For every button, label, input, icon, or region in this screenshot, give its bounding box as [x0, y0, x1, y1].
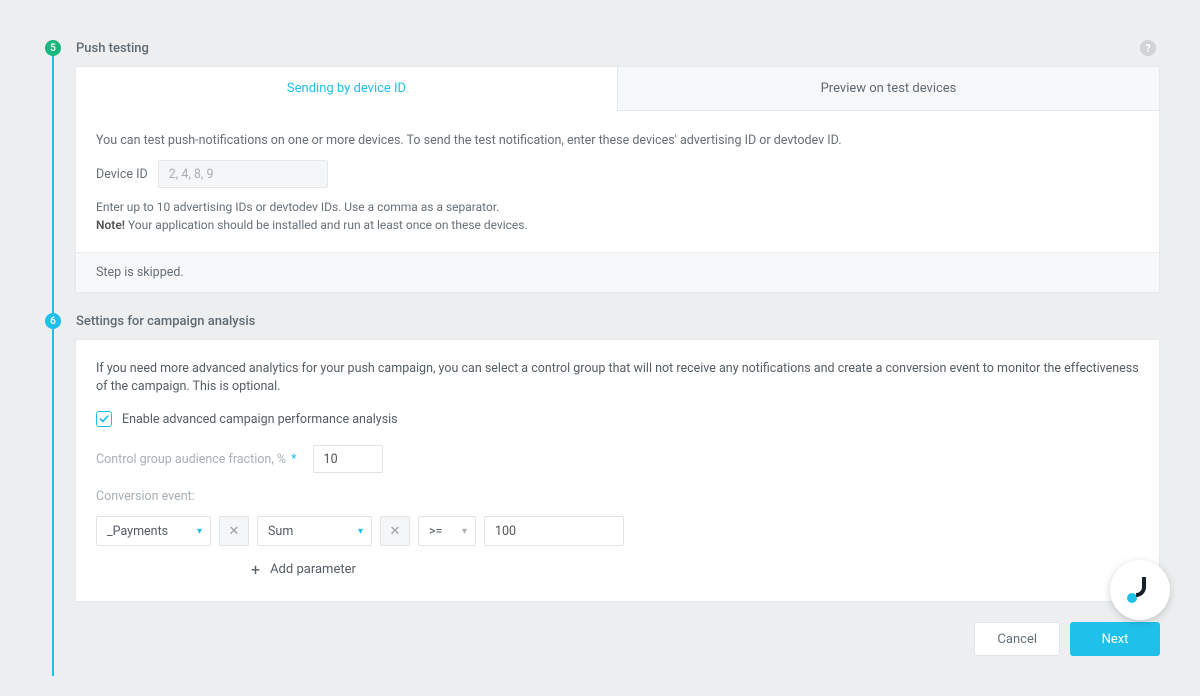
push-testing-tabs: Sending by device ID Preview on test dev…	[76, 67, 1159, 111]
device-id-hint: Enter up to 10 advertising IDs or devtod…	[96, 198, 1139, 234]
conversion-filter-row: _Payments ▾ ✕ Sum ▾ ✕ >= ▾	[96, 516, 1139, 546]
close-icon: ✕	[390, 524, 401, 539]
chevron-down-icon: ▾	[358, 526, 363, 537]
aggregation-select[interactable]: Sum ▾	[257, 516, 372, 546]
check-icon	[99, 414, 109, 424]
hint-line-2: Your application should be installed and…	[125, 218, 528, 232]
hint-line-1: Enter up to 10 advertising IDs or devtod…	[96, 200, 499, 214]
control-group-label: Control group audience fraction, % *	[96, 452, 297, 467]
campaign-analysis-card: If you need more advanced analytics for …	[75, 339, 1160, 602]
cancel-button[interactable]: Cancel	[974, 622, 1060, 656]
step-6-header: 6 Settings for campaign analysis	[45, 313, 1160, 329]
required-mark: *	[288, 452, 296, 467]
device-id-input[interactable]: 2, 4, 8, 9	[158, 160, 328, 188]
enable-advanced-label: Enable advanced campaign performance ana…	[122, 412, 398, 427]
close-icon: ✕	[229, 524, 240, 539]
brand-badge[interactable]	[1110, 560, 1170, 620]
step-6-badge: 6	[45, 313, 61, 329]
step-5-header: 5 Push testing ?	[45, 40, 1160, 56]
help-icon[interactable]: ?	[1140, 40, 1156, 56]
clear-aggregation-button[interactable]: ✕	[380, 516, 410, 546]
device-id-label: Device ID	[96, 167, 148, 182]
step-skipped-bar: Step is skipped.	[76, 252, 1159, 292]
next-button[interactable]: Next	[1070, 622, 1160, 656]
event-select[interactable]: _Payments ▾	[96, 516, 211, 546]
clear-event-button[interactable]: ✕	[219, 516, 249, 546]
value-input[interactable]: 100	[484, 516, 624, 546]
enable-advanced-checkbox[interactable]	[96, 411, 112, 427]
push-testing-card: Sending by device ID Preview on test dev…	[75, 66, 1160, 293]
hint-note-label: Note!	[96, 218, 125, 232]
step-5-badge: 5	[45, 40, 61, 56]
plus-icon: +	[251, 560, 260, 579]
step-campaign-analysis: 6 Settings for campaign analysis If you …	[45, 313, 1160, 602]
step-5-title: Push testing	[76, 41, 1140, 56]
step-push-testing: 5 Push testing ? Sending by device ID Pr…	[45, 40, 1160, 293]
conversion-event-label: Conversion event:	[96, 489, 1139, 504]
campaign-analysis-desc: If you need more advanced analytics for …	[96, 360, 1139, 395]
chevron-down-icon: ▾	[462, 526, 467, 537]
wizard-footer: Cancel Next	[75, 622, 1160, 656]
push-testing-intro: You can test push-notifications on one o…	[96, 133, 1139, 148]
add-parameter-button[interactable]: + Add parameter	[251, 560, 1139, 579]
devtodev-logo-icon	[1123, 573, 1157, 607]
tab-sending-by-device-id[interactable]: Sending by device ID	[76, 67, 618, 111]
push-testing-body: You can test push-notifications on one o…	[76, 111, 1159, 252]
tab-preview-on-test-devices[interactable]: Preview on test devices	[618, 67, 1159, 111]
chevron-down-icon: ▾	[197, 526, 202, 537]
step-6-title: Settings for campaign analysis	[76, 314, 1160, 329]
operator-select[interactable]: >= ▾	[418, 516, 476, 546]
control-group-input[interactable]: 10	[313, 445, 383, 473]
